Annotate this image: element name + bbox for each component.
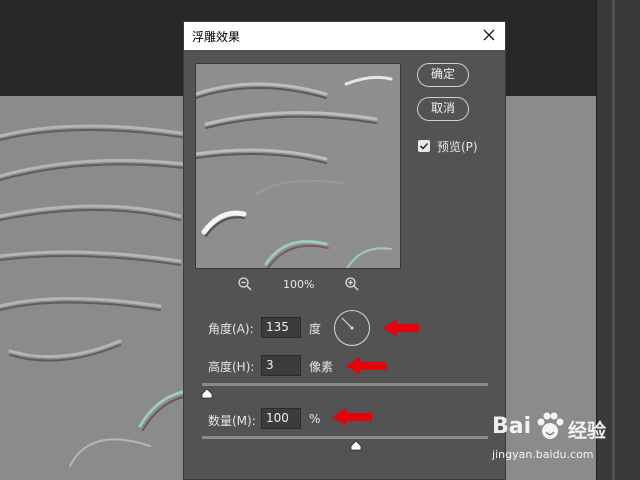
paw-icon <box>537 412 564 439</box>
amount-field[interactable]: 100 <box>261 408 301 429</box>
emboss-dialog: 浮雕效果 100% 确定 取消 预览(P) 角度(A): 135 度 高度(H)… <box>183 21 506 480</box>
preview-checkbox[interactable] <box>418 140 430 152</box>
amount-slider-thumb[interactable] <box>350 441 362 451</box>
watermark-brand-suffix: 经验 <box>568 420 607 442</box>
red-arrow-amount <box>332 408 372 426</box>
amount-unit: % <box>309 412 321 426</box>
height-label: 高度(H): <box>208 360 255 374</box>
angle-unit: 度 <box>309 322 322 336</box>
close-icon[interactable] <box>479 25 499 45</box>
dialog-title: 浮雕效果 <box>192 30 241 44</box>
dialog-titlebar[interactable]: 浮雕效果 <box>184 22 505 50</box>
height-unit: 像素 <box>309 360 334 374</box>
watermark-url: jingyan.baidu.com <box>492 448 594 461</box>
red-arrow-angle <box>383 319 419 337</box>
amount-slider-track[interactable] <box>202 436 488 439</box>
cancel-button[interactable]: 取消 <box>417 97 469 121</box>
angle-dial[interactable] <box>334 310 370 346</box>
preview-label: 预览(P) <box>437 140 478 154</box>
angle-field[interactable]: 135 <box>261 317 301 338</box>
zoom-out-icon-svg <box>238 277 252 291</box>
zoom-out-icon[interactable] <box>237 276 253 292</box>
zoom-level: 100% <box>283 278 315 291</box>
zoom-in-icon[interactable] <box>344 276 360 292</box>
preview-emboss-art <box>196 64 400 268</box>
height-field[interactable]: 3 <box>261 355 301 376</box>
amount-label: 数量(M): <box>208 414 256 428</box>
height-slider-thumb[interactable] <box>201 389 213 399</box>
angle-dial-needle <box>341 317 354 330</box>
height-slider-track[interactable] <box>202 383 488 386</box>
close-icon-svg <box>483 29 495 41</box>
zoom-in-icon-svg <box>345 277 359 291</box>
watermark-brand: Bai <box>492 414 532 439</box>
baidu-watermark: Bai 经验 jingyan.baidu.com <box>490 408 620 468</box>
zoom-controls: 100% <box>195 276 401 294</box>
preview-pane[interactable] <box>195 63 401 269</box>
ok-button[interactable]: 确定 <box>417 63 469 87</box>
checkmark-icon <box>419 142 429 150</box>
angle-label: 角度(A): <box>208 322 254 336</box>
red-arrow-height <box>346 357 386 375</box>
